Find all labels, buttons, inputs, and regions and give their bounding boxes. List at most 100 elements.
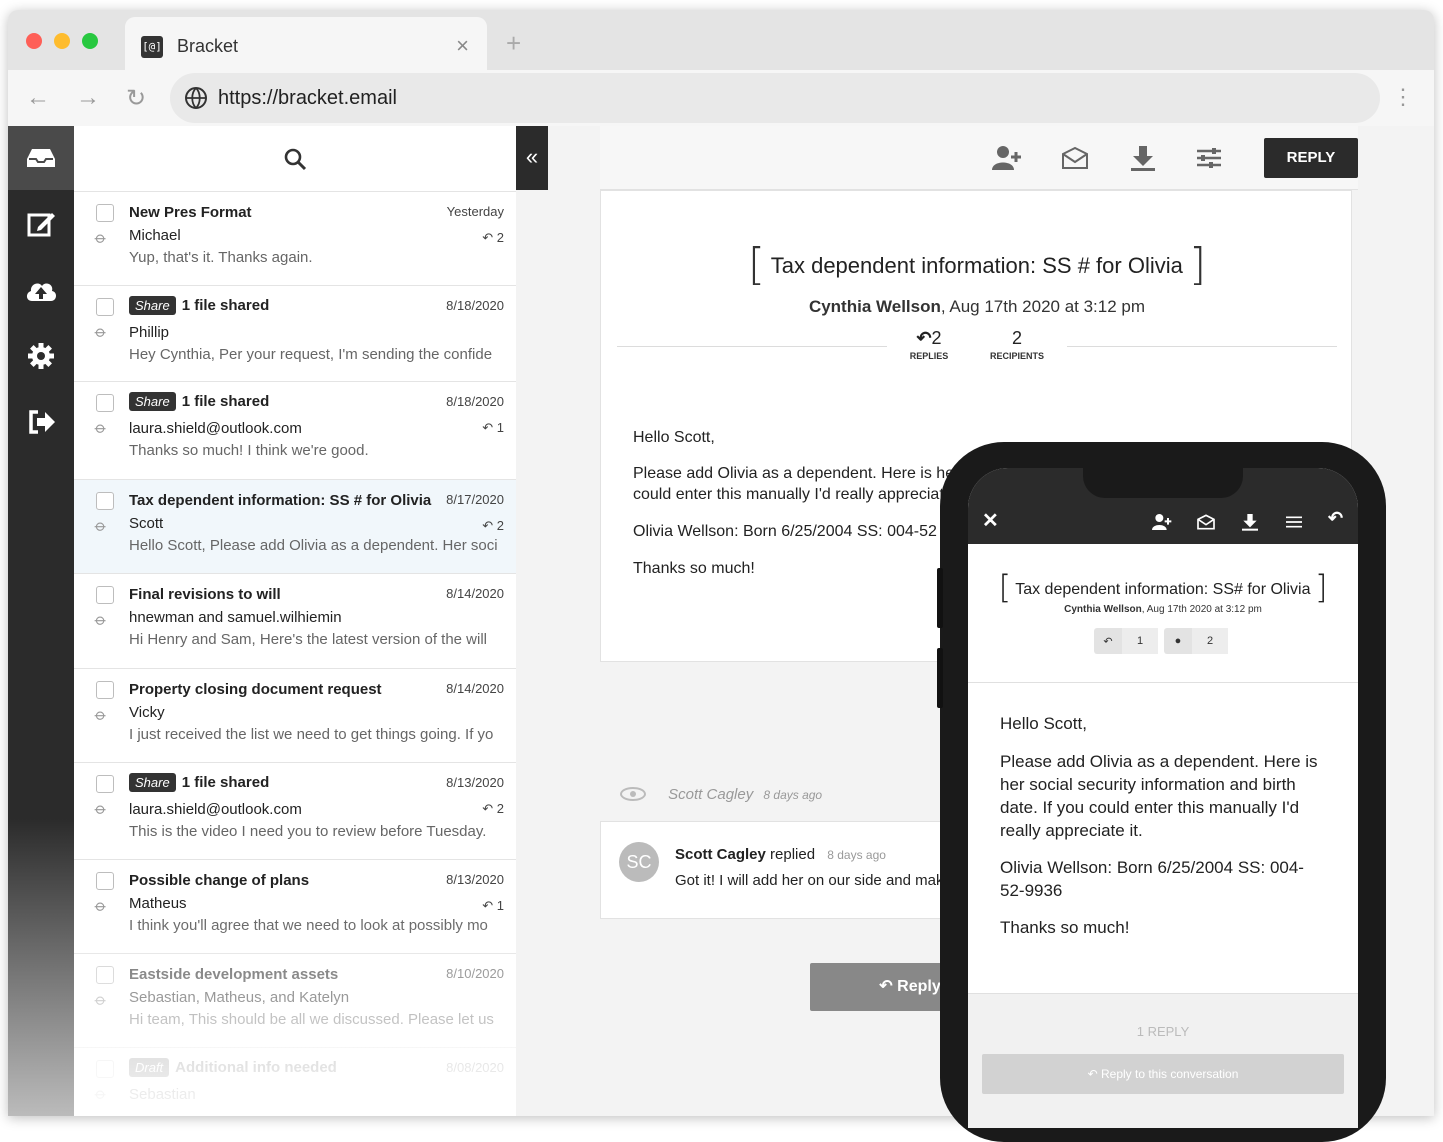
message-preview: Thanks so much! I think we're good. (129, 442, 369, 459)
download-icon[interactable] (1240, 512, 1260, 532)
mark-unread-icon[interactable] (1060, 144, 1090, 172)
paperclip-icon: ⌀ (91, 322, 110, 342)
message-checkbox[interactable] (96, 1060, 114, 1078)
paperclip-icon: ⌀ (91, 610, 110, 630)
message-checkbox[interactable] (96, 966, 114, 984)
message-checkbox[interactable] (96, 681, 114, 699)
minimize-window-button[interactable] (54, 33, 70, 49)
paperclip-icon: ⌀ (91, 516, 110, 536)
download-icon[interactable] (1128, 144, 1158, 172)
left-nav (8, 126, 74, 1116)
share-badge: Share (129, 773, 176, 792)
message-row[interactable]: ⌀ Share 1 file shared 8/18/2020 laura.shield… (74, 382, 516, 480)
close-window-button[interactable] (26, 33, 42, 49)
message-date: 8/18/2020 (446, 298, 504, 313)
reply-author: Scott Cagley (675, 846, 766, 863)
browser-menu-icon[interactable]: ⋮ (1392, 84, 1414, 110)
paperclip-icon: ⌀ (91, 228, 110, 248)
message-checkbox[interactable] (96, 492, 114, 510)
phone-recipients-chip[interactable]: ● 2 (1164, 628, 1228, 654)
message-checkbox[interactable] (96, 298, 114, 316)
forward-button[interactable]: → (76, 84, 100, 112)
message-checkbox[interactable] (96, 872, 114, 890)
reload-button[interactable]: ↻ (126, 84, 146, 113)
filter-settings-icon[interactable] (1194, 144, 1224, 172)
message-sender: Vicky (129, 704, 165, 721)
message-checkbox[interactable] (96, 394, 114, 412)
reply-count: 2 (496, 230, 504, 245)
phone-replies-chip[interactable]: ↶ 1 (1094, 628, 1158, 654)
new-tab-button[interactable]: + (506, 28, 521, 59)
search-bar[interactable] (74, 126, 516, 192)
divider (617, 346, 887, 347)
recipients-stat[interactable]: 2 RECIPIENTS (987, 328, 1047, 361)
reply-arrow-icon: ↶ (482, 230, 497, 245)
add-recipient-icon[interactable] (1152, 512, 1172, 532)
email-closing: Thanks so much! (633, 560, 755, 577)
back-button[interactable]: ← (26, 84, 50, 112)
mark-unread-icon[interactable] (1196, 512, 1216, 532)
phone-email-paragraph: Olivia Wellson: Born 6/25/2004 SS: 004-5… (1000, 858, 1304, 900)
message-subject: Tax dependent information: SS # for Oliv… (129, 492, 431, 509)
message-row[interactable]: ⌀ Share 1 file shared 8/13/2020 laura.shield… (74, 763, 516, 860)
phone-reply-label: Reply to this conversation (1100, 1067, 1239, 1081)
email-subject: [ Tax dependent information: SS # for Ol… (601, 239, 1353, 290)
message-replies: ↶ 1 (482, 420, 504, 436)
message-date: 8/13/2020 (446, 872, 504, 887)
inbox-icon[interactable] (8, 126, 74, 190)
reply-arrow-icon: ↶ (482, 518, 497, 533)
filter-settings-icon[interactable] (1284, 512, 1304, 532)
email-greeting: Hello Scott, (633, 429, 715, 446)
sign-out-icon[interactable] (8, 390, 74, 454)
url-text: https://bracket.email (218, 87, 397, 109)
paperclip-icon: ⌀ (91, 896, 110, 916)
message-preview: Hi team, This should be all we discussed… (129, 1011, 497, 1028)
tab-bracket[interactable]: [@] Bracket × (125, 17, 487, 70)
replies-stat[interactable]: ↶2 REPLIES (903, 328, 955, 361)
message-checkbox[interactable] (96, 204, 114, 222)
reply-button[interactable]: REPLY (1264, 138, 1358, 178)
message-subject: Share 1 file shared (129, 296, 269, 315)
close-icon[interactable]: ✕ (982, 508, 999, 533)
gear-icon[interactable] (8, 324, 74, 388)
phone-reply-button[interactable]: ↶ Reply to this conversation (982, 1054, 1344, 1094)
message-row[interactable]: ⌀ Final revisions to will 8/14/2020 hnewman… (74, 574, 516, 669)
message-preview: This is the video I need you to review b… (129, 823, 487, 840)
message-sender: Scott (129, 515, 164, 532)
message-sender: Matheus (129, 895, 187, 912)
search-icon[interactable] (283, 147, 307, 171)
message-row[interactable]: ⌀ Property closing document request 8/14/2… (74, 669, 516, 763)
add-recipient-icon[interactable] (992, 144, 1022, 172)
phone-side-button (937, 648, 943, 708)
message-subject: Possible change of plans (129, 872, 309, 889)
phone-email-meta: Cynthia Wellson, Aug 17th 2020 at 3:12 p… (968, 604, 1358, 615)
phone-subject-text: Tax dependent information: SS# for Olivi… (1015, 581, 1311, 598)
share-badge: Draft (129, 1058, 170, 1077)
message-row[interactable]: ⌀ Eastside development assets 8/10/2020 Seb… (74, 954, 516, 1048)
tab-close-icon[interactable]: × (456, 33, 469, 59)
bracket-favicon-icon: [@] (141, 36, 163, 58)
compose-icon[interactable] (8, 192, 74, 256)
message-row[interactable]: ⌀ Possible change of plans 8/13/2020 Matheu… (74, 860, 516, 954)
collapse-list-button[interactable]: « (516, 126, 548, 190)
message-row[interactable]: ⌀ Tax dependent information: SS # for Oli… (74, 480, 516, 574)
divider (968, 682, 1358, 683)
bracket-close: ] (1188, 239, 1207, 290)
seen-by: Scott Cagley (668, 786, 754, 803)
reply-arrow-icon[interactable]: ↶ (1328, 508, 1343, 529)
message-row[interactable]: ⌀ New Pres Format Yesterday Michael ↶ 2 Yup, … (74, 192, 516, 286)
message-checkbox[interactable] (96, 775, 114, 793)
cloud-upload-icon[interactable] (8, 258, 74, 322)
message-row[interactable]: ⌀ Share 1 file shared 8/18/2020 Phillip Hey C… (74, 286, 516, 382)
reply-text: Got it! I will add her on our side and m… (675, 872, 944, 889)
message-subject: Property closing document request (129, 681, 382, 698)
message-checkbox[interactable] (96, 586, 114, 604)
reply-arrow-icon: ↶ (916, 328, 932, 348)
sent-date: , Aug 17th 2020 at 3:12 pm (940, 297, 1146, 316)
maximize-window-button[interactable] (82, 33, 98, 49)
message-replies: ↶ 2 (482, 230, 504, 246)
message-row[interactable]: ⌀ Draft Additional info needed 8/08/2020 Seb… (74, 1048, 516, 1116)
url-field[interactable]: https://bracket.email (170, 73, 1380, 123)
person-icon: ● (1174, 635, 1182, 647)
message-subject: Share 1 file shared (129, 773, 269, 792)
